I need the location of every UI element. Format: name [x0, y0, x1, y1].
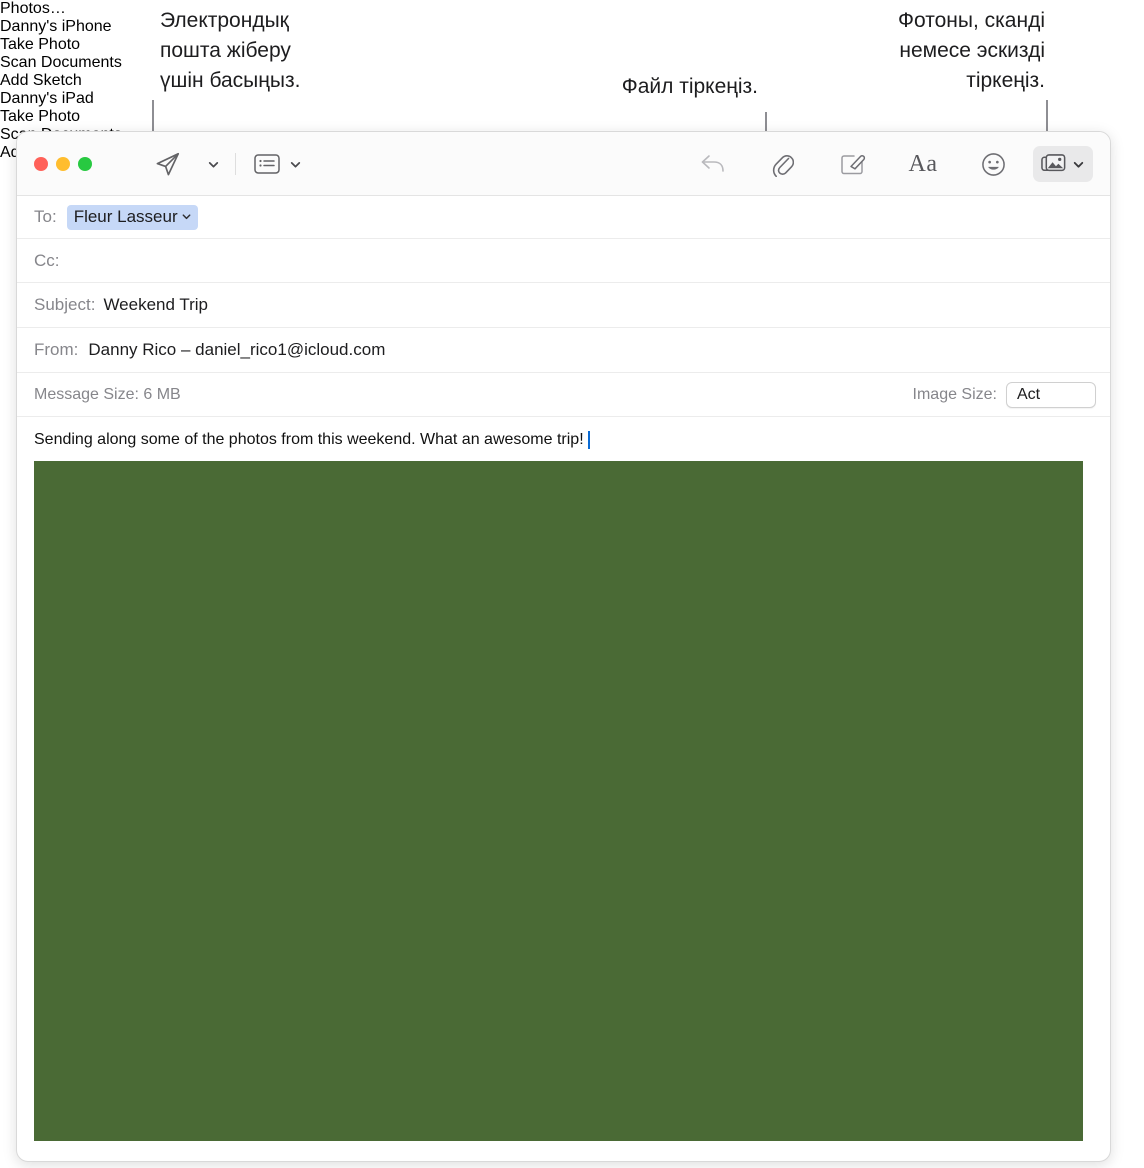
- menu-item-ipad-take-photo[interactable]: Take Photo: [0, 108, 1144, 126]
- size-row: Message Size: 6 MB Image Size: Act: [17, 373, 1110, 417]
- image-size-label: Image Size:: [912, 385, 997, 403]
- photo-browser-button[interactable]: [1033, 146, 1093, 182]
- menu-item-label: Take Photo: [0, 108, 81, 125]
- recipient-token-fleur-lasseur[interactable]: Fleur Lasseur: [66, 204, 198, 230]
- minimize-button[interactable]: [56, 157, 70, 171]
- subject-field-row[interactable]: Subject: Weekend Trip: [17, 283, 1110, 328]
- from-field-row[interactable]: From: Danny Rico – daniel_rico1@icloud.c…: [17, 328, 1110, 373]
- to-field-row[interactable]: To: Fleur Lasseur: [17, 196, 1110, 239]
- compose-toolbar: Aa: [17, 132, 1110, 196]
- format-label: Aa: [908, 150, 938, 177]
- menu-item-label: Take Photo: [0, 36, 81, 53]
- recipient-chevron-down-icon: [182, 214, 191, 220]
- send-button[interactable]: [145, 146, 189, 182]
- zoom-button[interactable]: [78, 157, 92, 171]
- menu-group-label: Danny's iPad: [0, 90, 94, 107]
- message-body[interactable]: Sending along some of the photos from th…: [17, 417, 1110, 461]
- callout-send-email: Электрондық пошта жіберу үшін басыңыз.: [160, 9, 301, 92]
- photo-browser-chevron-down-icon: [1073, 161, 1084, 168]
- text-caret: [587, 431, 590, 449]
- message-body-text: Sending along some of the photos from th…: [34, 431, 584, 448]
- recipient-name: Fleur Lasseur: [73, 206, 178, 226]
- image-size-control: Image Size: Act: [913, 373, 1096, 416]
- photo-attachment[interactable]: [34, 461, 1083, 1141]
- window-controls: [34, 157, 92, 171]
- stationery-button[interactable]: [247, 146, 287, 182]
- menu-item-label: Add Sketch: [0, 72, 82, 89]
- to-label: To:: [34, 207, 57, 226]
- message-size-label: Message Size: 6 MB: [34, 385, 181, 403]
- close-button[interactable]: [34, 157, 48, 171]
- attached-image: [34, 461, 1083, 1141]
- toolbar-divider: [235, 153, 236, 175]
- menu-item-label: Photos…: [0, 0, 66, 17]
- image-size-value: Act: [1017, 385, 1041, 403]
- hedge-background: [34, 461, 1083, 1141]
- subject-label: Subject:: [34, 295, 96, 314]
- subject-value: Weekend Trip: [103, 295, 209, 314]
- format-button[interactable]: Aa: [903, 146, 943, 182]
- menu-item-label: Scan Documents: [0, 54, 122, 71]
- mail-compose-window: Aa To: Fleur Lasseur Cc: Subject: Weeken…: [16, 131, 1111, 1162]
- from-value: Danny Rico – daniel_rico1@icloud.com: [88, 340, 386, 359]
- callout-attach-photo: Фотоны, сканді немесе эскизді тіркеңіз.: [898, 9, 1045, 92]
- reply-button[interactable]: [693, 146, 733, 182]
- from-label: From:: [34, 340, 79, 359]
- cc-field-row[interactable]: Cc:: [17, 239, 1110, 283]
- menu-group-label: Danny's iPhone: [0, 18, 112, 35]
- cc-label: Cc:: [34, 250, 60, 270]
- attach-file-button[interactable]: [763, 146, 803, 182]
- emoji-button[interactable]: [973, 146, 1013, 182]
- stationery-dropdown-chevron-down-icon[interactable]: [282, 146, 308, 182]
- markup-button[interactable]: [833, 146, 873, 182]
- callout-attach-file: Файл тіркеңіз.: [621, 75, 758, 98]
- screenshot-root: Электрондық пошта жіберу үшін басыңыз. Ф…: [0, 0, 1144, 1168]
- image-size-select[interactable]: Act: [1006, 381, 1096, 408]
- send-dropdown-chevron-down-icon[interactable]: [200, 146, 226, 182]
